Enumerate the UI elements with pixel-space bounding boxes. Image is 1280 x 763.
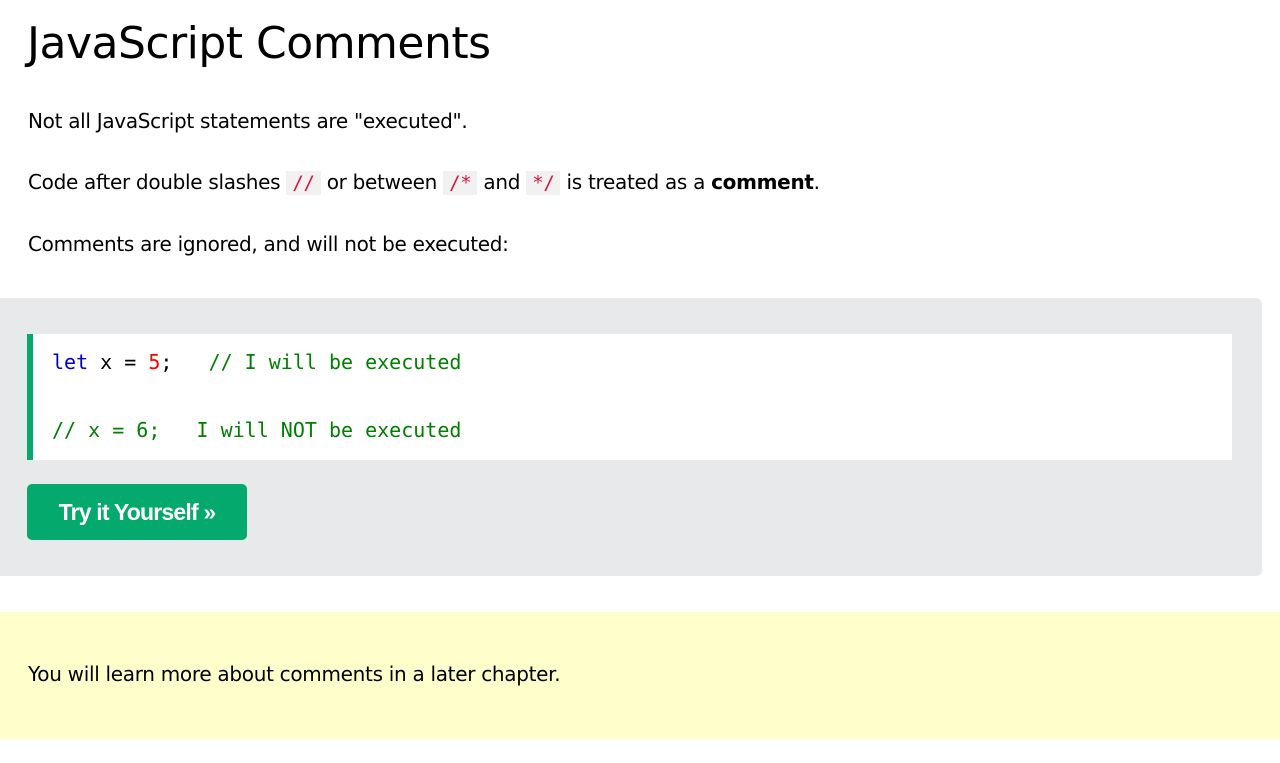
text: Code after double slashes — [28, 170, 287, 194]
bold-text: comment — [711, 170, 814, 194]
code-text: ; — [160, 350, 209, 374]
inline-code: /* — [443, 171, 478, 195]
example-box: let x = 5; // I will be executed // x = … — [0, 298, 1262, 576]
text: . — [813, 170, 820, 194]
note-box: You will learn more about comments in a … — [0, 612, 1280, 739]
ignored-paragraph: Comments are ignored, and will not be ex… — [28, 232, 509, 256]
code-block: let x = 5; // I will be executed // x = … — [27, 334, 1232, 460]
note-text: You will learn more about comments in a … — [28, 662, 561, 686]
number: 5 — [148, 350, 161, 374]
comment-syntax-paragraph: Code after double slashes // or between … — [28, 170, 820, 195]
code-line: // x = 6; I will NOT be executed — [52, 418, 462, 442]
keyword: let — [52, 350, 89, 374]
page-title: JavaScript Comments — [27, 18, 491, 69]
text: or between — [320, 170, 444, 194]
intro-paragraph: Not all JavaScript statements are "execu… — [28, 109, 468, 133]
inline-code: */ — [526, 171, 561, 195]
text: is treated as a — [560, 170, 712, 194]
try-it-yourself-button[interactable]: Try it Yourself » — [27, 484, 247, 540]
code-line: let x = 5; // I will be executed — [52, 350, 461, 374]
text: and — [477, 170, 527, 194]
inline-code: // — [286, 171, 321, 195]
comment: // I will be executed — [208, 350, 462, 374]
code-text: x = — [88, 350, 149, 374]
